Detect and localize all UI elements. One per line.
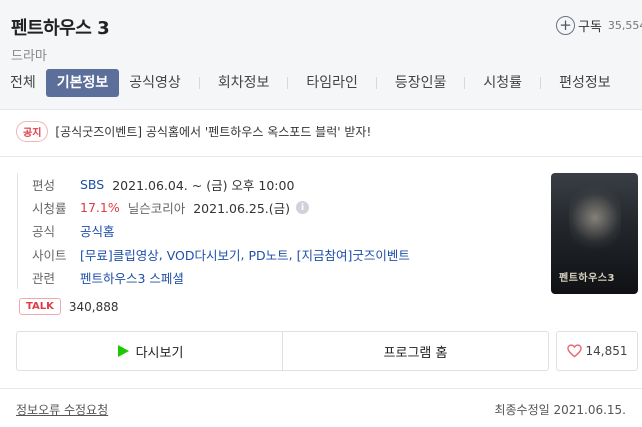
info-row-related: 관련 펜트하우스3 스페셜 [32,266,410,289]
site-link-pd-note[interactable]: PD노트 [248,245,288,264]
talk-section[interactable]: TALK 340,888 [19,298,119,315]
official-home-link[interactable]: 공식홈 [80,221,115,240]
program-info: 편성 SBS 2021.06.04. ~ (금) 오후 10:00 시청률 17… [17,173,410,289]
heart-icon [566,344,582,358]
info-icon[interactable]: i [296,201,310,215]
program-genre: 드라마 [11,49,47,64]
channel-link[interactable]: SBS [80,177,104,192]
play-icon [117,345,129,357]
subscribe-button[interactable]: + 구독 35,554 [556,14,642,36]
site-link-clip[interactable]: [무료]클립영상 [80,245,159,264]
notice-badge: 공지 [16,121,49,142]
site-link-goods-event[interactable]: [지금참여]굿즈이벤트 [297,245,410,264]
talk-badge[interactable]: TALK [19,298,61,315]
tab-all[interactable]: 전체 [0,69,46,97]
talk-count: 340,888 [68,299,119,314]
footer-divider [0,388,642,389]
notice-bar[interactable]: 공지 [공식굿즈이벤트] 공식홈에서 '펜트하우스 옥스포드 블럭' 받자! [16,121,371,142]
program-home-button[interactable]: 프로그램 홈 [282,332,548,370]
poster-image[interactable]: 펜트하우스3 [551,173,638,294]
section-divider [0,156,642,157]
plus-circle-icon: + [556,15,575,35]
tab-divider [287,77,289,89]
tab-ratings[interactable]: 시청률 [473,69,532,97]
poster-logo: 펜트하우스3 [559,273,615,284]
broadcast-key: 편성 [32,178,56,194]
site-key: 사이트 [32,247,67,263]
info-row-official: 공식 공식홈 [32,219,410,242]
subscribe-label: 구독 [578,19,602,35]
tab-episodes[interactable]: 회차정보 [208,69,280,97]
official-key: 공식 [32,224,56,240]
related-special-link[interactable]: 펜트하우스3 스페셜 [80,268,184,287]
broadcast-schedule: 2021.06.04. ~ (금) 오후 10:00 [112,178,295,194]
info-row-broadcast: 편성 SBS 2021.06.04. ~ (금) 오후 10:00 [32,173,410,196]
notice-text[interactable]: [공식굿즈이벤트] 공식홈에서 '펜트하우스 옥스포드 블럭' 받자! [55,123,371,140]
related-key: 관련 [32,270,56,286]
rating-source: 닐슨코리아 [127,201,186,217]
tab-divider [375,77,377,89]
tab-bar: 전체 기본정보 공식영상 회차정보 타임라인 등장인물 시청률 편성정보 [0,68,621,98]
rating-value: 17.1% [80,200,120,216]
rating-key: 시청률 [32,201,67,217]
program-home-label: 프로그램 홈 [383,345,448,361]
replay-button[interactable]: 다시보기 [17,332,282,370]
action-bar: 다시보기 프로그램 홈 [16,331,549,371]
program-header: 펜트하우스 3 드라마 + 구독 35,554 전체 기본정보 공식영상 회차정… [0,0,642,110]
info-row-rating: 시청률 17.1% 닐슨코리아 2021.06.25.(금) i [32,196,410,219]
tab-divider [198,77,200,89]
tab-divider [464,77,466,89]
last-updated: 최종수정일 2021.06.15. [494,403,626,417]
tab-official-videos[interactable]: 공식영상 [119,69,191,97]
like-count: 14,851 [585,344,628,358]
tab-timeline[interactable]: 타임라인 [296,69,368,97]
rating-date: 2021.06.25.(금) [193,201,291,217]
tab-characters[interactable]: 등장인물 [385,69,457,97]
tab-divider [540,77,542,89]
replay-label: 다시보기 [135,345,184,361]
program-title[interactable]: 펜트하우스 3 [11,14,110,40]
like-button[interactable]: 14,851 [556,331,638,371]
subscriber-count: 35,554 [607,18,642,32]
tab-basic-info[interactable]: 기본정보 [45,69,120,97]
report-error-link[interactable]: 정보오류 수정요청 [16,401,108,418]
tab-schedule[interactable]: 편성정보 [549,69,621,97]
info-row-site: 사이트 [무료]클립영상, VOD다시보기, PD노트, [지금참여]굿즈이벤트 [32,245,410,264]
site-link-vod[interactable]: VOD다시보기 [167,245,241,264]
